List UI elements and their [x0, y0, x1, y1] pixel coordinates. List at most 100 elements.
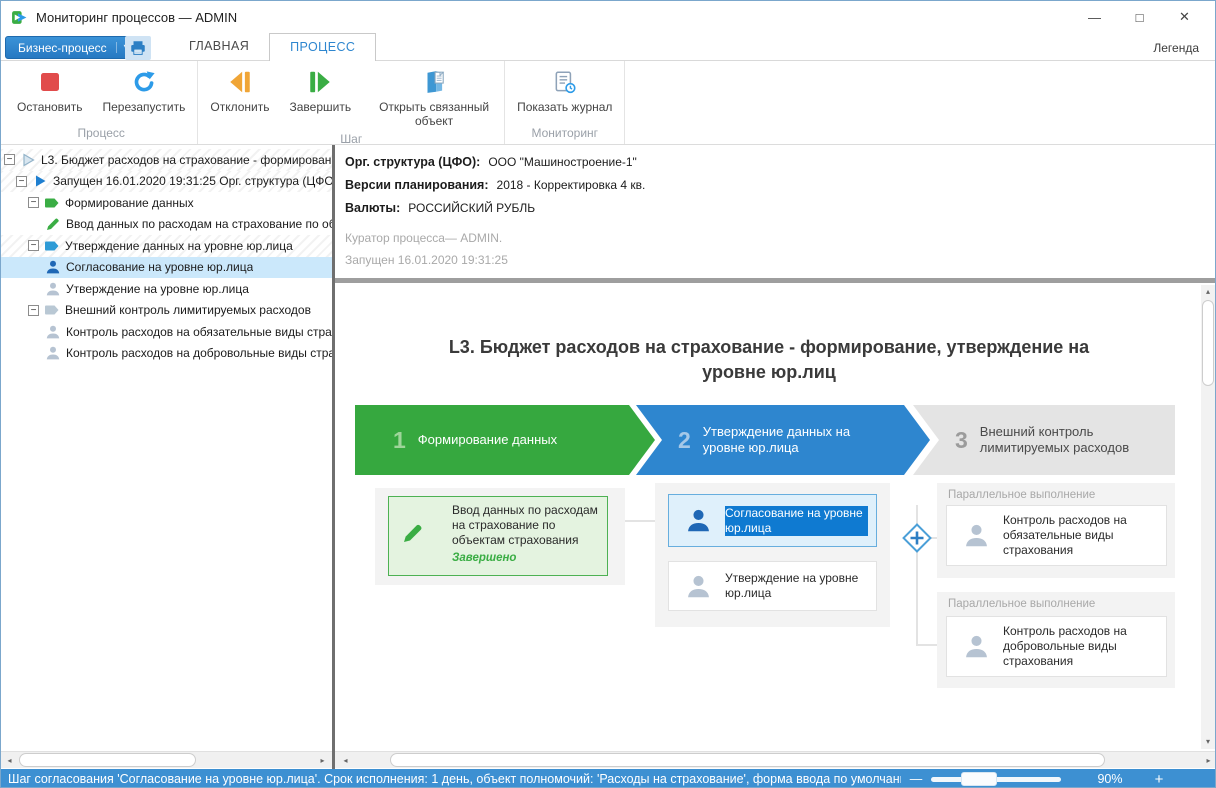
printer-icon: [131, 41, 145, 55]
decline-button[interactable]: Отклонить: [200, 61, 279, 116]
stage-number: 1: [393, 426, 406, 453]
scroll-up-icon[interactable]: ▴: [1201, 285, 1215, 299]
toolbar-group-monitoring: Показать журнал Мониторинг: [505, 61, 626, 144]
parallel-block-2: Параллельное выполнение Контроль расходо…: [937, 592, 1175, 688]
scroll-right-icon[interactable]: ▸: [314, 752, 331, 769]
input-step-box[interactable]: Ввод данных по расходам на страхование п…: [388, 496, 608, 576]
tree-item-stage-approval[interactable]: − Утверждение данных на уровне юр.лица: [1, 235, 332, 257]
tree-item-stage-control[interactable]: − Внешний контроль лимитируемых расходов: [1, 300, 332, 322]
person-gray-icon: [688, 575, 709, 597]
collapse-expander-icon[interactable]: −: [4, 154, 15, 166]
person-gray-icon: [46, 346, 60, 360]
scroll-down-icon[interactable]: ▾: [1201, 735, 1215, 749]
tree-item-approve-step[interactable]: Утверждение на уровне юр.лица: [1, 278, 332, 300]
business-process-menu-button[interactable]: Бизнес-процесс ▾: [5, 36, 138, 59]
tree-item-stage-forming[interactable]: − Формирование данных: [1, 192, 332, 214]
restart-icon: [131, 67, 157, 97]
approve-step-box[interactable]: Утверждение на уровне юр.лица: [668, 561, 877, 611]
scroll-right-icon[interactable]: ▸: [1200, 752, 1215, 769]
parallel-execution-label: Параллельное выполнение: [948, 489, 1096, 501]
tree-item-input-step[interactable]: Ввод данных по расходам на страхование п…: [1, 214, 332, 236]
scroll-left-icon[interactable]: ◂: [1, 752, 18, 769]
parallel-gateway-icon[interactable]: [901, 522, 933, 554]
maximize-button[interactable]: □: [1117, 1, 1162, 33]
process-curator-text: Куратор процесса— ADMIN.: [345, 231, 503, 245]
print-button[interactable]: [125, 36, 151, 60]
person-blue-icon: [46, 260, 60, 274]
toolbar-group-process: Остановить Перезапустить Процесс: [1, 61, 199, 144]
person-blue-icon: [688, 509, 709, 532]
collapse-expander-icon[interactable]: −: [28, 197, 39, 209]
app-window: Мониторинг процессов — ADMIN — □ ✕ Бизне…: [0, 0, 1216, 788]
agree-step-box[interactable]: Согласование на уровне юр.лица: [668, 494, 877, 547]
step-status-completed: Завершено: [452, 552, 517, 564]
process-tree-panel: − L3. Бюджет расходов на страхование - ф…: [1, 145, 332, 751]
collapse-expander-icon[interactable]: −: [28, 304, 39, 316]
stop-icon: [38, 67, 62, 97]
stage-chevron-forming[interactable]: 1 Формирование данных: [355, 405, 655, 475]
zoom-level-value: 90%: [1097, 772, 1123, 786]
zoom-slider[interactable]: [931, 769, 1061, 787]
toolbar-group-step: Отклонить Завершить Открыть связанный об…: [198, 61, 506, 146]
collapse-expander-icon[interactable]: −: [16, 175, 27, 187]
tree-horizontal-scrollbar[interactable]: ◂ ▸: [1, 751, 332, 768]
person-gray-icon: [966, 524, 987, 547]
stage-container-approval: Согласование на уровне юр.лица Утвержден…: [655, 483, 890, 627]
tree-item-label: Запущен 16.01.2020 19:31:25 Орг. структу…: [53, 174, 332, 189]
tree-item-label: L3. Бюджет расходов на страхование - фор…: [41, 152, 332, 167]
diagram-horizontal-scrollbar[interactable]: ◂ ▸: [335, 751, 1215, 769]
diagram-vertical-scrollbar[interactable]: ▴ ▾: [1201, 285, 1215, 749]
restart-button[interactable]: Перезапустить: [93, 61, 196, 116]
info-field-value: РОССИЙСКИЙ РУБЛЬ: [408, 201, 536, 215]
zoom-in-button[interactable]: +: [1145, 771, 1173, 788]
open-linked-object-button[interactable]: Открыть связанный объект: [366, 61, 502, 130]
complete-button[interactable]: Завершить: [279, 61, 361, 116]
group-label-process: Процесс: [77, 126, 125, 140]
stage-chevron-approval[interactable]: 2 Утверждение данных на уровне юр.лица: [636, 405, 930, 475]
input-step-label: Ввод данных по расходам на страхование п…: [452, 503, 598, 547]
tree-item-agree-step[interactable]: Согласование на уровне юр.лица: [1, 256, 332, 278]
tree-item-label: Контроль расходов на добровольные виды с…: [66, 346, 332, 361]
vertical-scroll-thumb[interactable]: [1202, 300, 1214, 386]
horizontal-scroll-thumb[interactable]: [19, 753, 196, 767]
app-logo-icon: [12, 10, 27, 24]
stage-label: Утверждение данных на уровне юр.лица: [702, 424, 851, 455]
legend-label[interactable]: Легенда: [1153, 41, 1199, 55]
stage-chevron-control[interactable]: 3 Внешний контроль лимитируемых расходов: [913, 405, 1175, 475]
connector-line: [916, 644, 937, 646]
status-text: Шаг согласования 'Согласование на уровне…: [8, 772, 901, 786]
tree-item-run[interactable]: − Запущен 16.01.2020 19:31:25 Орг. струк…: [1, 170, 332, 192]
control-step-box-2[interactable]: Контроль расходов на добровольные виды с…: [946, 616, 1167, 677]
tab-main[interactable]: ГЛАВНАЯ: [169, 33, 269, 61]
tree-item-label: Внешний контроль лимитируемых расходов: [65, 303, 311, 318]
control-step-box-1[interactable]: Контроль расходов на обязательные виды с…: [946, 505, 1167, 566]
zoom-slider-thumb[interactable]: [961, 772, 997, 786]
stage-label: Формирование данных: [417, 432, 558, 447]
approve-step-label: Утверждение на уровне юр.лица: [725, 571, 859, 600]
tree-item-label: Формирование данных: [65, 195, 194, 210]
control-step-label: Контроль расходов на обязательные виды с…: [1003, 513, 1127, 557]
ribbon-tab-row: Бизнес-процесс ▾ ГЛАВНАЯ ПРОЦЕСС Легенда: [1, 33, 1215, 62]
process-info-panel: Орг. структура (ЦФО): ООО "Машиностроени…: [335, 145, 1215, 278]
collapse-expander-icon[interactable]: −: [28, 240, 39, 252]
zoom-out-button[interactable]: —: [901, 772, 931, 786]
horizontal-scroll-thumb[interactable]: [390, 753, 1105, 767]
tree-item-control-step-2[interactable]: Контроль расходов на добровольные виды с…: [1, 343, 332, 365]
business-process-menu-label: Бизнес-процесс: [18, 40, 107, 55]
process-running-icon: [36, 175, 46, 187]
show-journal-button[interactable]: Показать журнал: [507, 61, 622, 116]
tree-item-control-step-1[interactable]: Контроль расходов на обязательные виды с…: [1, 321, 332, 343]
parallel-block-1: Параллельное выполнение Контроль расходо…: [937, 483, 1175, 578]
tab-process[interactable]: ПРОЦЕСС: [269, 33, 377, 62]
scroll-left-icon[interactable]: ◂: [337, 752, 354, 769]
stage-blue-icon: [45, 241, 59, 251]
close-button[interactable]: ✕: [1162, 1, 1207, 33]
minimize-button[interactable]: —: [1072, 1, 1117, 33]
stop-button[interactable]: Остановить: [7, 61, 93, 116]
agree-step-label: Согласование на уровне юр.лица: [725, 505, 868, 536]
tree-item-label: Утверждение данных на уровне юр.лица: [65, 238, 293, 253]
group-label-monitoring: Мониторинг: [531, 126, 599, 140]
tree-item-process[interactable]: − L3. Бюджет расходов на страхование - ф…: [1, 149, 332, 171]
stage-number: 3: [955, 426, 968, 453]
open-linked-object-icon: [421, 67, 447, 97]
